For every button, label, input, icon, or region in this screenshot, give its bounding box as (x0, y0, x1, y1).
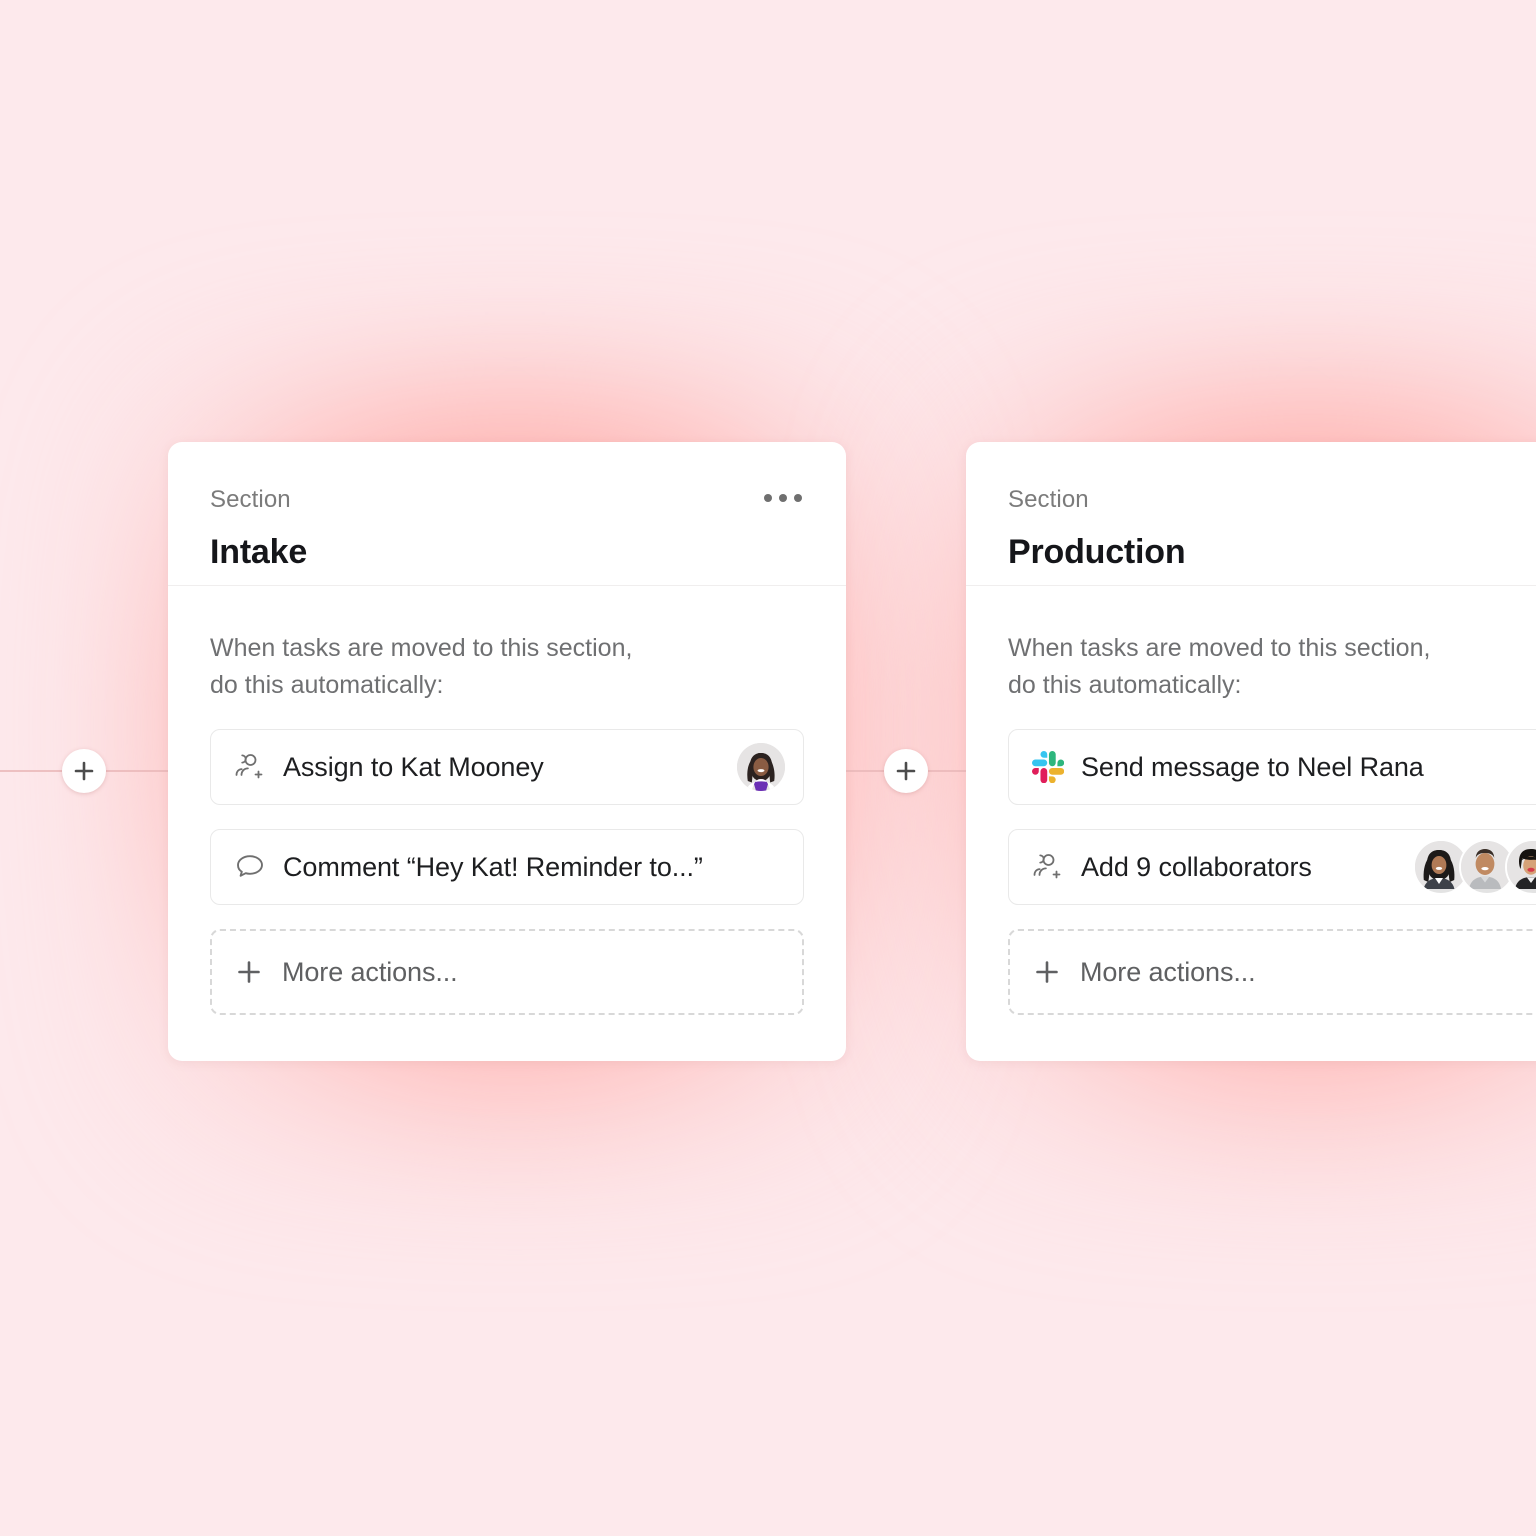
collaborator-avatar-stack[interactable] (1413, 839, 1536, 895)
page-title: Production (1008, 533, 1186, 571)
card-body: When tasks are moved to this section, do… (168, 586, 846, 1061)
plus-icon (895, 760, 917, 782)
automation-intro-text: When tasks are moved to this section, do… (210, 634, 633, 699)
card-eyebrow: Section (210, 486, 291, 513)
card-overflow-menu-button[interactable] (762, 488, 804, 508)
add-step-between-sections-button[interactable] (884, 749, 928, 793)
more-actions-button[interactable]: More actions... (1008, 929, 1536, 1015)
section-card-intake[interactable]: Section Intake When tasks are moved to t… (168, 442, 846, 1061)
connector-rail-start (0, 770, 66, 772)
add-person-icon (233, 750, 267, 784)
automation-canvas: Section Intake When tasks are moved to t… (0, 0, 1536, 1536)
card-body: When tasks are moved to this section, do… (966, 586, 1536, 1061)
automation-intro-text: When tasks are moved to this section, do… (1008, 634, 1431, 699)
card-eyebrow: Section (1008, 486, 1089, 513)
plus-icon (73, 760, 95, 782)
slack-icon (1031, 750, 1065, 784)
page-title: Intake (210, 533, 308, 571)
action-row-add-collaborators[interactable]: Add 9 collaborators (1008, 829, 1536, 905)
action-label: Assign to Kat Mooney (283, 751, 544, 782)
plus-icon (1032, 957, 1062, 987)
avatar (1505, 839, 1536, 895)
action-label: Comment “Hey Kat! Reminder to...” (283, 851, 703, 882)
more-actions-label: More actions... (1080, 956, 1256, 987)
more-actions-label: More actions... (282, 956, 458, 987)
action-row-send-message[interactable]: Send message to Neel Rana (1008, 729, 1536, 805)
ellipsis-icon (764, 494, 772, 502)
ellipsis-icon (794, 494, 802, 502)
more-actions-button[interactable]: More actions... (210, 929, 804, 1015)
action-row-assign[interactable]: Assign to Kat Mooney (210, 729, 804, 805)
action-label: Send message to Neel Rana (1081, 751, 1424, 782)
plus-icon (234, 957, 264, 987)
card-header: Section Production (966, 442, 1536, 586)
add-step-before-intake-button[interactable] (62, 749, 106, 793)
comment-bubble-icon (233, 850, 267, 884)
add-person-icon (1031, 850, 1065, 884)
card-header: Section Intake (168, 442, 846, 586)
section-card-production[interactable]: Section Production When tasks are moved … (966, 442, 1536, 1061)
action-row-comment[interactable]: Comment “Hey Kat! Reminder to...” (210, 829, 804, 905)
ellipsis-icon (779, 494, 787, 502)
avatar (737, 743, 785, 791)
action-label: Add 9 collaborators (1081, 851, 1312, 882)
